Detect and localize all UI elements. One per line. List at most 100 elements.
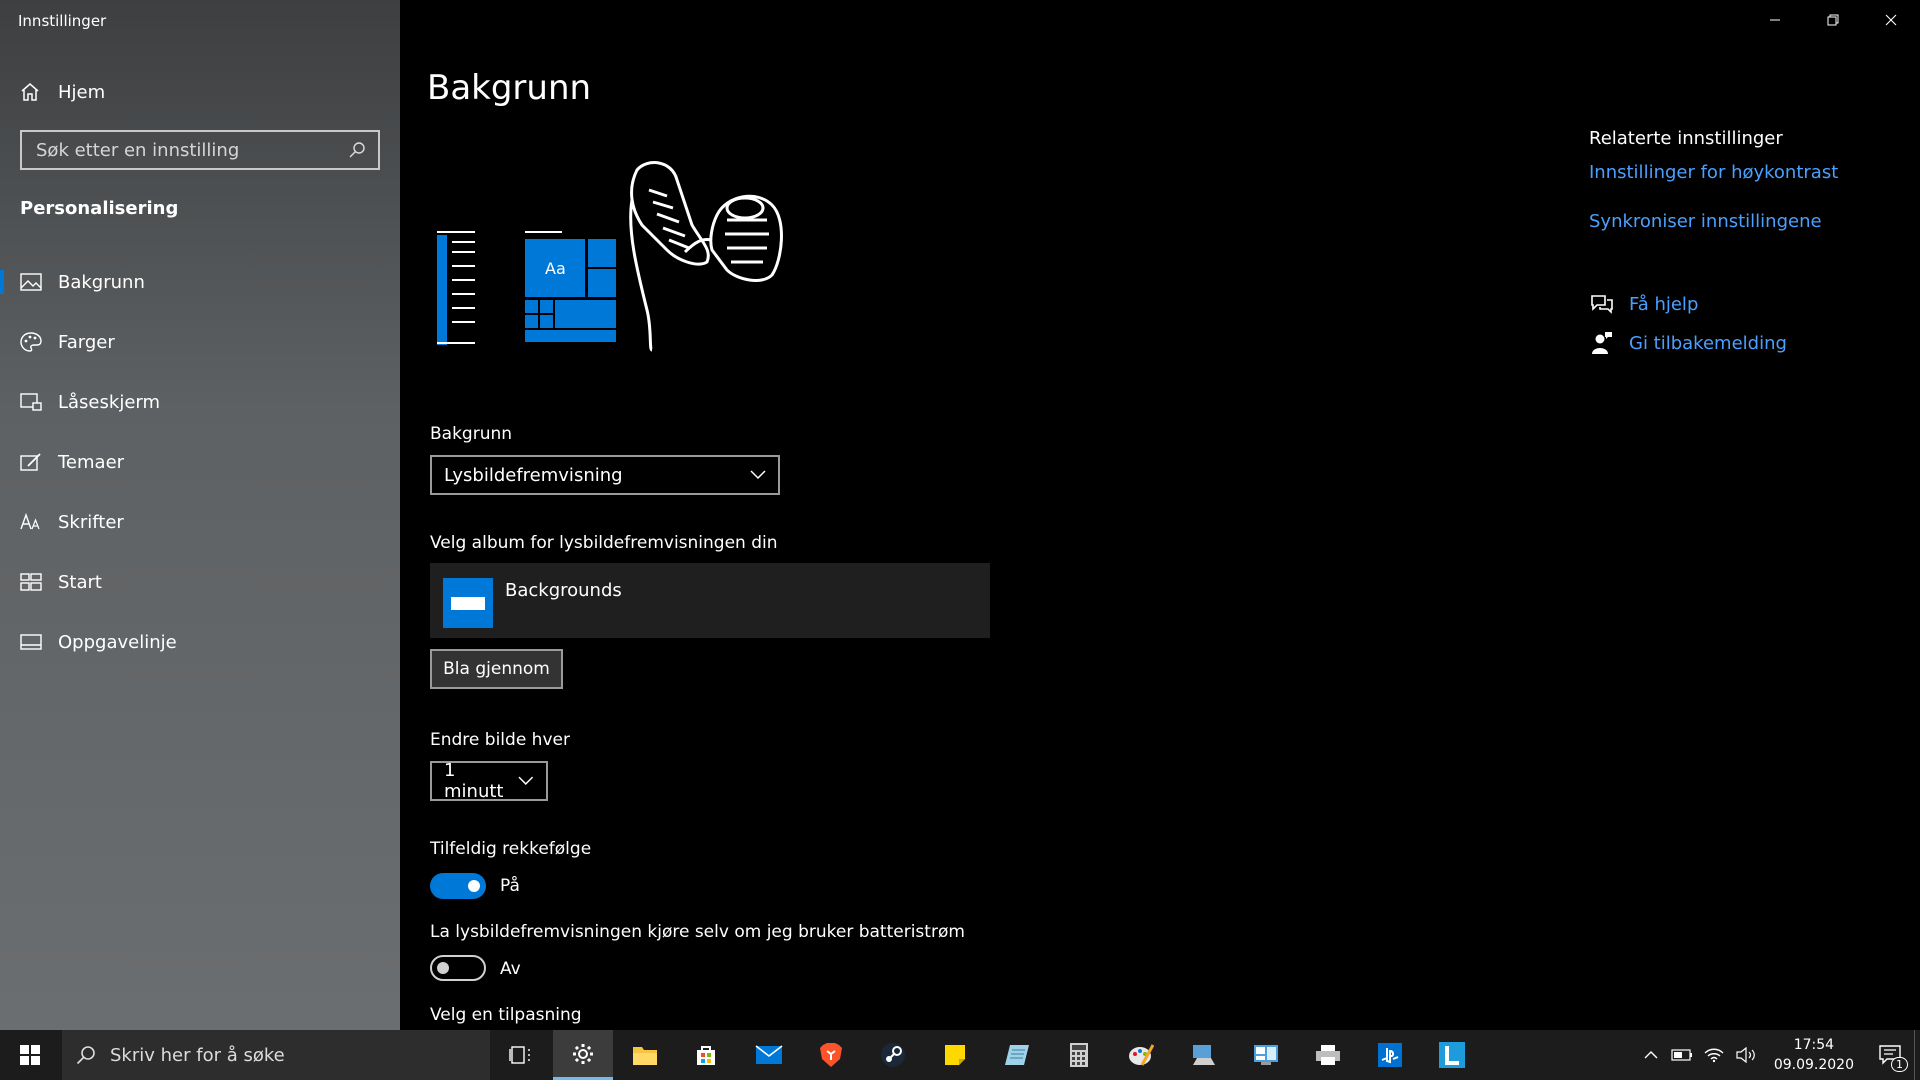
feedback-label: Gi tilbakemelding: [1629, 332, 1787, 354]
sidebar-item-bakgrunn[interactable]: Bakgrunn: [0, 258, 400, 306]
shuffle-label: Tilfeldig rekkefølge: [430, 839, 592, 859]
action-center-button[interactable]: 1: [1866, 1030, 1914, 1080]
album-label: Velg album for lysbildefremvisningen din: [430, 533, 778, 553]
paint-icon[interactable]: [1111, 1030, 1171, 1080]
get-help-label: Få hjelp: [1629, 293, 1699, 315]
sidebar-item-label: Temaer: [58, 451, 125, 473]
sync-settings-link[interactable]: Synkroniser innstillingene: [1589, 211, 1822, 232]
toggle-knob: [468, 880, 480, 892]
notes-app-icon[interactable]: [987, 1030, 1047, 1080]
clock-date: 09.09.2020: [1773, 1057, 1854, 1073]
sidebar: Innstillinger Hjem Personalisering Bakgr…: [0, 0, 400, 1030]
sidebar-item-label: Skrifter: [58, 511, 124, 533]
battery-icon[interactable]: [1666, 1049, 1698, 1061]
fit-label: Velg en tilpasning: [430, 1005, 582, 1025]
sidebar-item-label: Låseskjerm: [58, 391, 161, 413]
album-folder-icon: [443, 578, 493, 628]
toggle-knob: [437, 962, 449, 974]
page-title: Bakgrunn: [427, 68, 592, 108]
browse-button[interactable]: Bla gjennom: [430, 649, 563, 689]
battery-state: Av: [500, 959, 521, 979]
task-view-icon[interactable]: [490, 1030, 550, 1080]
taskbar: Skriv her for å søke 17:54 09.09.2020 1: [0, 1030, 1920, 1080]
brave-browser-icon[interactable]: [801, 1030, 861, 1080]
sidebar-item-laseskjerm[interactable]: Låseskjerm: [0, 378, 400, 426]
chevron-down-icon: [518, 776, 534, 785]
battery-toggle[interactable]: [430, 955, 486, 981]
restore-button[interactable]: [1804, 0, 1862, 40]
background-preview: Aa: [427, 150, 837, 355]
home-label: Hjem: [58, 81, 106, 103]
home-icon: [21, 83, 39, 101]
sidebar-item-label: Start: [58, 571, 102, 593]
themes-icon: [20, 451, 42, 473]
chevron-down-icon: [750, 470, 766, 480]
fonts-icon: [20, 511, 42, 533]
sidebar-item-farger[interactable]: Farger: [0, 318, 400, 366]
notification-count: 1: [1891, 1057, 1908, 1072]
settings-search-box[interactable]: [20, 130, 380, 170]
background-type-value: Lysbildefremvisning: [444, 464, 623, 486]
background-type-dropdown[interactable]: Lysbildefremvisning: [430, 455, 780, 495]
minimize-button[interactable]: [1746, 0, 1804, 40]
main-panel: Bakgrunn Aa Bakgrunn Lysbildefremvisning…: [400, 0, 1920, 1030]
taskbar-icon: [20, 631, 42, 653]
lock-screen-icon: [20, 391, 42, 413]
store-icon[interactable]: [676, 1030, 736, 1080]
settings-app-icon[interactable]: [553, 1030, 613, 1080]
feedback-person-icon: [1589, 330, 1615, 356]
start-button[interactable]: [0, 1030, 60, 1080]
preview-image: Aa: [437, 161, 783, 352]
start-icon: [20, 571, 42, 593]
printer-icon[interactable]: [1298, 1030, 1358, 1080]
app-title: Innstillinger: [18, 12, 107, 30]
help-chat-icon: [1589, 291, 1615, 317]
feedback-link[interactable]: Gi tilbakemelding: [1589, 330, 1787, 356]
svg-text:Aa: Aa: [545, 259, 566, 278]
sticky-notes-icon[interactable]: [925, 1030, 985, 1080]
related-settings-title: Relaterte innstillinger: [1589, 128, 1783, 149]
get-help-link[interactable]: Få hjelp: [1589, 291, 1698, 317]
control-panel-icon[interactable]: [1236, 1030, 1296, 1080]
show-desktop-button[interactable]: [1914, 1030, 1920, 1080]
sidebar-item-label: Farger: [58, 331, 115, 353]
volume-icon[interactable]: [1730, 1047, 1762, 1063]
windows-logo-icon: [20, 1045, 40, 1065]
high-contrast-link[interactable]: Innstillinger for høykontrast: [1589, 162, 1838, 183]
shuffle-state: På: [500, 876, 520, 896]
background-type-label: Bakgrunn: [430, 424, 513, 444]
sidebar-item-start[interactable]: Start: [0, 558, 400, 606]
file-explorer-icon[interactable]: [615, 1030, 675, 1080]
remote-desktop-icon[interactable]: [1174, 1030, 1234, 1080]
playstation-app-icon[interactable]: [1360, 1030, 1420, 1080]
search-icon[interactable]: [348, 141, 366, 159]
window-controls: [1746, 0, 1920, 40]
battery-label: La lysbildefremvisningen kjøre selv om j…: [430, 922, 965, 942]
settings-search-input[interactable]: [34, 138, 348, 162]
taskbar-search-placeholder: Skriv her for å søke: [110, 1044, 285, 1066]
taskbar-search-box[interactable]: Skriv her for å søke: [62, 1030, 490, 1080]
album-item[interactable]: Backgrounds: [430, 563, 990, 638]
album-name: Backgrounds: [505, 580, 622, 601]
wifi-icon[interactable]: [1698, 1047, 1730, 1063]
section-title: Personalisering: [20, 198, 179, 219]
calculator-icon[interactable]: [1049, 1030, 1109, 1080]
sidebar-item-label: Oppgavelinje: [58, 631, 177, 653]
sidebar-item-temaer[interactable]: Temaer: [0, 438, 400, 486]
home-link[interactable]: Hjem: [20, 78, 105, 106]
settings-window: Innstillinger Hjem Personalisering Bakgr…: [0, 0, 1920, 1030]
mail-icon[interactable]: [739, 1030, 799, 1080]
sidebar-item-oppgavelinje[interactable]: Oppgavelinje: [0, 618, 400, 666]
system-tray: 17:54 09.09.2020 1: [1636, 1030, 1920, 1080]
lexicon-app-icon[interactable]: [1422, 1030, 1482, 1080]
shuffle-toggle[interactable]: [430, 873, 486, 899]
interval-dropdown[interactable]: 1 minutt: [430, 760, 548, 802]
close-button[interactable]: [1862, 0, 1920, 40]
palette-icon: [20, 331, 42, 353]
steam-icon[interactable]: [863, 1030, 923, 1080]
clock[interactable]: 17:54 09.09.2020: [1774, 1035, 1854, 1075]
chevron-up-icon[interactable]: [1636, 1050, 1666, 1060]
sidebar-item-skrifter[interactable]: Skrifter: [0, 498, 400, 546]
interval-value: 1 minutt: [444, 760, 504, 802]
clock-time: 17:54: [1793, 1037, 1835, 1053]
